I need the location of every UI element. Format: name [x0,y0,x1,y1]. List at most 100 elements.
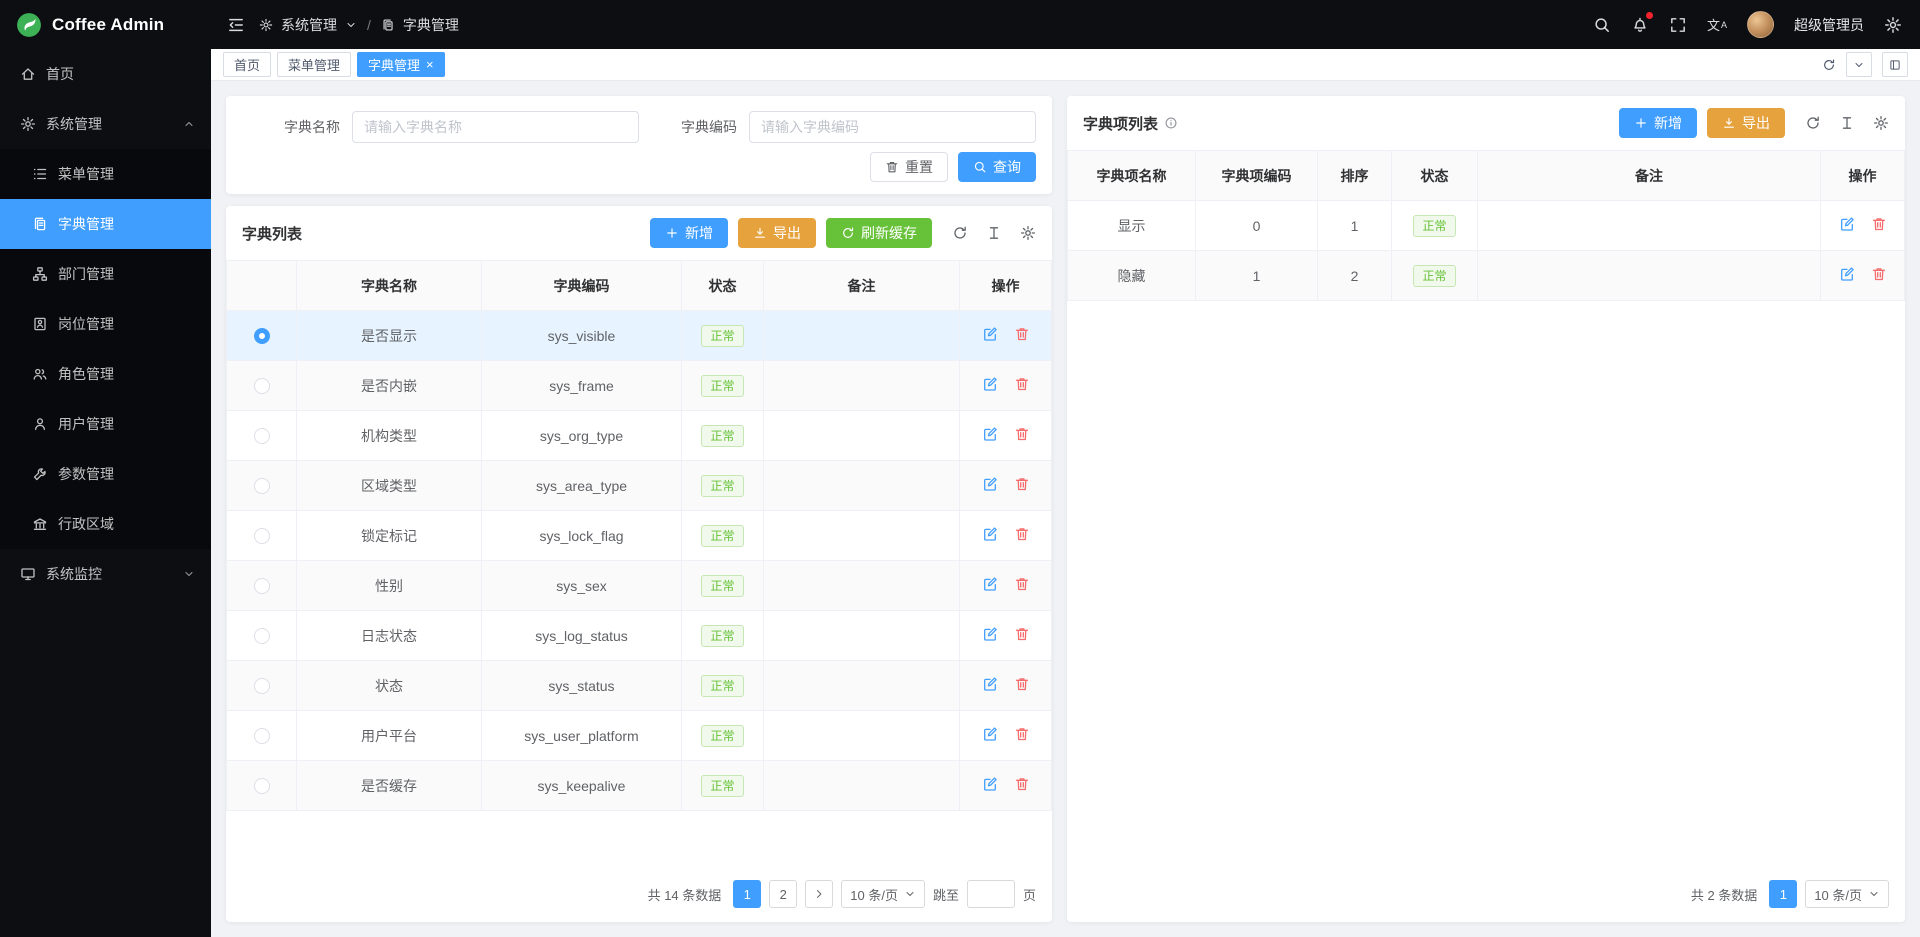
table-row[interactable]: 是否内嵌 sys_frame 正常 [227,361,1052,411]
delete-icon[interactable] [1014,576,1030,592]
table-settings-button[interactable] [1873,115,1889,131]
table-row[interactable]: 隐藏 1 2 正常 [1068,251,1905,301]
radio-button[interactable] [254,678,270,694]
table-row[interactable]: 锁定标记 sys_lock_flag 正常 [227,511,1052,561]
page-size-select[interactable]: 10 条/页 [1805,880,1889,908]
delete-icon[interactable] [1014,526,1030,542]
edit-icon[interactable] [982,526,998,542]
pagination-next-button[interactable] [805,880,833,908]
sidebar-item-label: 部门管理 [58,264,114,284]
remark-cell [764,411,960,461]
sidebar-item-post-management[interactable]: 岗位管理 [0,299,211,349]
radio-button[interactable] [254,528,270,544]
translate-button[interactable] [1707,15,1727,34]
edit-icon[interactable] [982,626,998,642]
delete-icon[interactable] [1014,376,1030,392]
radio-button[interactable] [254,478,270,494]
delete-icon[interactable] [1014,676,1030,692]
column-header-remark: 备注 [1478,151,1821,201]
export-items-button[interactable]: 导出 [1707,108,1785,138]
refresh-cache-button[interactable]: 刷新缓存 [826,218,932,248]
table-row[interactable]: 状态 sys_status 正常 [227,661,1052,711]
jump-page-input[interactable] [967,880,1015,908]
column-settings-button[interactable] [986,225,1002,241]
delete-icon[interactable] [1014,426,1030,442]
avatar[interactable] [1747,11,1774,38]
sidebar-item-menu-management[interactable]: 菜单管理 [0,149,211,199]
query-button[interactable]: 查询 [958,152,1036,182]
breadcrumb-root[interactable]: 系统管理 [281,15,337,35]
edit-icon[interactable] [1839,266,1855,282]
table-row[interactable]: 是否缓存 sys_keepalive 正常 [227,761,1052,811]
table-row[interactable]: 日志状态 sys_log_status 正常 [227,611,1052,661]
tab-menu-management[interactable]: 菜单管理 [277,52,351,77]
notifications-button[interactable] [1631,16,1649,34]
table-row[interactable]: 机构类型 sys_org_type 正常 [227,411,1052,461]
delete-icon[interactable] [1871,266,1887,282]
edit-icon[interactable] [982,426,998,442]
delete-icon[interactable] [1871,216,1887,232]
page-size-select[interactable]: 10 条/页 [841,880,925,908]
info-icon[interactable] [1164,116,1178,130]
tab-dict-management[interactable]: 字典管理 [357,52,445,77]
edit-icon[interactable] [982,576,998,592]
sidebar-item-label: 参数管理 [58,464,114,484]
reset-button[interactable]: 重置 [870,152,948,182]
sidebar-item-home[interactable]: 首页 [0,49,211,99]
refresh-table-button[interactable] [1805,115,1821,131]
add-item-button[interactable]: 新增 [1619,108,1697,138]
edit-icon[interactable] [982,676,998,692]
radio-button[interactable] [254,378,270,394]
sidebar-item-role-management[interactable]: 角色管理 [0,349,211,399]
edit-icon[interactable] [982,776,998,792]
table-row[interactable]: 是否显示 sys_visible 正常 [227,311,1052,361]
export-button[interactable]: 导出 [738,218,816,248]
delete-icon[interactable] [1014,776,1030,792]
delete-icon[interactable] [1014,726,1030,742]
dict-name-input[interactable] [352,111,639,143]
radio-button[interactable] [254,778,270,794]
table-settings-button[interactable] [1020,225,1036,241]
table-row[interactable]: 性别 sys_sex 正常 [227,561,1052,611]
pagination-page-1[interactable]: 1 [733,880,761,908]
refresh-icon [1805,115,1821,131]
settings-button[interactable] [1884,16,1902,34]
edit-icon[interactable] [982,376,998,392]
pagination-page-1[interactable]: 1 [1769,880,1797,908]
refresh-tab-button[interactable] [1822,58,1836,72]
close-icon[interactable] [426,58,434,71]
delete-icon[interactable] [1014,326,1030,342]
radio-button[interactable] [254,628,270,644]
sidebar-item-admin-area[interactable]: 行政区域 [0,499,211,549]
edit-icon[interactable] [982,476,998,492]
sidebar-item-dict-management[interactable]: 字典管理 [0,199,211,249]
delete-icon[interactable] [1014,476,1030,492]
table-row[interactable]: 区域类型 sys_area_type 正常 [227,461,1052,511]
content-expand-button[interactable] [1882,52,1908,77]
sidebar-item-system-management[interactable]: 系统管理 [0,99,211,149]
edit-icon[interactable] [982,326,998,342]
sidebar-item-dept-management[interactable]: 部门管理 [0,249,211,299]
add-button[interactable]: 新增 [650,218,728,248]
search-button[interactable] [1593,16,1611,34]
sidebar-item-system-monitor[interactable]: 系统监控 [0,549,211,599]
pagination-page-2[interactable]: 2 [769,880,797,908]
tab-options-dropdown[interactable] [1846,52,1872,77]
sidebar-item-param-management[interactable]: 参数管理 [0,449,211,499]
delete-icon[interactable] [1014,626,1030,642]
radio-button[interactable] [254,578,270,594]
radio-button[interactable] [254,728,270,744]
edit-icon[interactable] [1839,216,1855,232]
radio-button[interactable] [254,328,270,344]
sidebar-item-user-management[interactable]: 用户管理 [0,399,211,449]
table-row[interactable]: 显示 0 1 正常 [1068,201,1905,251]
refresh-table-button[interactable] [952,225,968,241]
fullscreen-button[interactable] [1669,16,1687,34]
edit-icon[interactable] [982,726,998,742]
table-row[interactable]: 用户平台 sys_user_platform 正常 [227,711,1052,761]
dict-code-input[interactable] [749,111,1036,143]
column-settings-button[interactable] [1839,115,1855,131]
sidebar-collapse-button[interactable] [227,16,245,34]
radio-button[interactable] [254,428,270,444]
tab-home[interactable]: 首页 [223,52,271,77]
